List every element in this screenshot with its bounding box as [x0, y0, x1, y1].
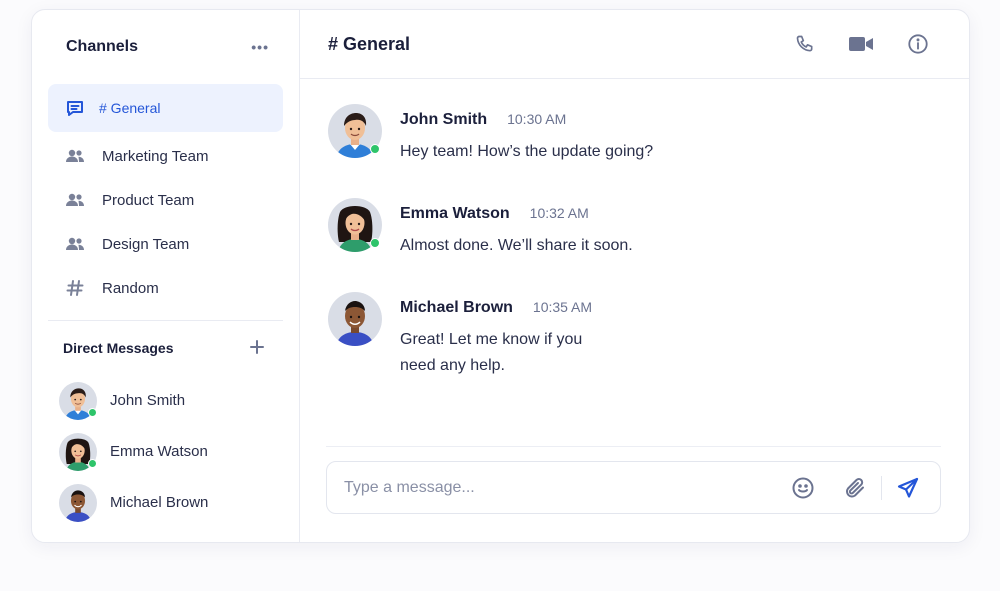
info-icon[interactable]	[907, 33, 929, 55]
avatar	[328, 104, 382, 158]
chat-icon	[65, 98, 85, 118]
message-body: John Smith 10:30 AM Hey team! How’s the …	[400, 104, 720, 165]
message-time: 10:35 AM	[532, 299, 593, 315]
send-icon[interactable]	[896, 476, 920, 500]
plus-icon[interactable]	[249, 337, 265, 359]
avatar	[328, 198, 382, 252]
phone-icon[interactable]	[795, 34, 815, 54]
message-composer	[326, 461, 941, 514]
sidebar: Channels ••• # General Marketing Team Pr…	[32, 10, 300, 542]
avatar	[59, 381, 97, 420]
message-item: Emma Watson 10:32 AM Almost done. We’ll …	[328, 198, 969, 259]
hash-icon	[65, 278, 85, 298]
channel-label: Design Team	[102, 235, 190, 253]
direct-message-list: John Smith Emma Watson Michael Brown	[32, 375, 299, 528]
channel-label: # General	[99, 100, 161, 116]
direct-messages-header: Direct Messages	[32, 321, 299, 375]
attach-icon[interactable]	[843, 476, 867, 500]
channel-item-general[interactable]: # General	[48, 84, 283, 132]
more-horizontal-icon[interactable]: •••	[251, 39, 269, 55]
users-icon	[65, 234, 85, 254]
message-body: Michael Brown 10:35 AM Great! Let me kno…	[400, 292, 600, 379]
channel-label: Product Team	[102, 191, 195, 209]
online-indicator	[370, 238, 380, 248]
avatar	[59, 432, 97, 471]
message-input[interactable]	[344, 478, 791, 497]
online-indicator	[88, 407, 97, 417]
avatar	[328, 292, 382, 346]
chat-main: # General John Smith 10:30 AM Hey team! …	[300, 10, 969, 542]
message-time: 10:30 AM	[507, 111, 567, 127]
message-item: John Smith 10:30 AM Hey team! How’s the …	[328, 104, 969, 165]
message-text: Hey team! How’s the update going?	[400, 143, 654, 160]
channel-label: Random	[102, 279, 159, 297]
header-actions	[795, 33, 929, 55]
channel-label: Marketing Team	[102, 147, 209, 165]
message-time: 10:32 AM	[529, 205, 589, 221]
message-text: Great! Let me know if you need any help.	[400, 331, 583, 374]
users-icon	[65, 190, 85, 210]
channel-item-marketing-team[interactable]: Marketing Team	[48, 134, 283, 178]
dm-name: Michael Brown	[110, 494, 209, 511]
composer-separator	[881, 475, 882, 500]
message-header: Emma Watson 10:32 AM	[400, 205, 720, 223]
avatar	[59, 483, 97, 522]
channel-list: # General Marketing Team Product Team De…	[32, 84, 299, 310]
message-header: John Smith 10:30 AM	[400, 111, 720, 129]
composer-actions	[791, 475, 920, 500]
sidebar-title: Channels	[66, 38, 139, 55]
users-icon	[65, 146, 85, 166]
message-author: Michael Brown	[400, 299, 513, 316]
dm-item-emma-watson[interactable]: Emma Watson	[32, 426, 299, 477]
composer-divider	[326, 446, 941, 447]
channel-item-random[interactable]: Random	[48, 266, 283, 310]
online-indicator	[88, 458, 97, 468]
chat-title: # General	[328, 33, 411, 54]
online-indicator	[370, 144, 380, 154]
dm-name: John Smith	[110, 392, 186, 409]
video-icon[interactable]	[848, 34, 874, 54]
channel-item-design-team[interactable]: Design Team	[48, 222, 283, 266]
direct-messages-title: Direct Messages	[63, 340, 174, 356]
message-header: Michael Brown 10:35 AM	[400, 299, 600, 317]
dm-item-john-smith[interactable]: John Smith	[32, 375, 299, 426]
chat-header: # General	[300, 10, 969, 79]
message-item: Michael Brown 10:35 AM Great! Let me kno…	[328, 292, 969, 379]
sidebar-header: Channels •••	[32, 10, 299, 84]
message-body: Emma Watson 10:32 AM Almost done. We’ll …	[400, 198, 720, 259]
message-author: John Smith	[400, 111, 488, 128]
message-author: Emma Watson	[400, 205, 510, 222]
channel-item-product-team[interactable]: Product Team	[48, 178, 283, 222]
emoji-icon[interactable]	[791, 476, 815, 500]
dm-name: Emma Watson	[110, 443, 208, 460]
dm-item-michael-brown[interactable]: Michael Brown	[32, 477, 299, 528]
chat-app-window: Channels ••• # General Marketing Team Pr…	[31, 9, 970, 543]
message-text: Almost done. We’ll share it soon.	[400, 237, 633, 254]
